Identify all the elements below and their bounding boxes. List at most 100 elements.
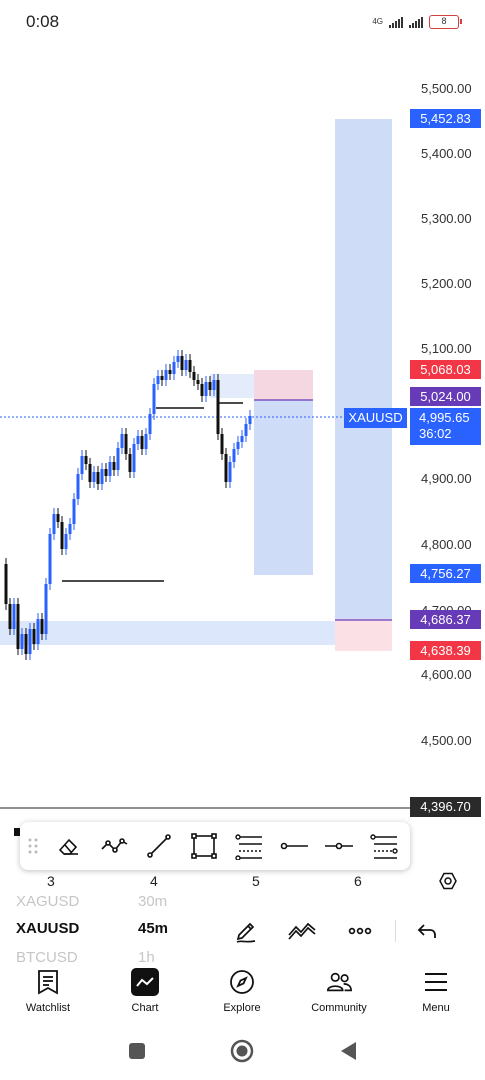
candle-body — [176, 356, 180, 362]
candle-body — [156, 376, 160, 384]
candle-body — [60, 522, 64, 549]
candle-body — [184, 360, 188, 370]
row-divider — [395, 920, 396, 942]
price-scale-label: 4,600.00 — [421, 667, 472, 682]
symbol-selector[interactable]: XAUUSD — [16, 920, 79, 937]
long-stop-zone[interactable] — [335, 619, 392, 651]
bar-countdown: 36:02 — [419, 426, 452, 441]
candle-body — [104, 469, 108, 476]
short-stop-tag: 5,068.03 — [410, 360, 481, 379]
candle-body — [228, 462, 232, 482]
nav-community[interactable]: Community — [294, 968, 384, 1014]
next-timeframe[interactable]: 1h — [138, 949, 155, 962]
candle-body — [124, 434, 128, 454]
nav-explore[interactable]: Explore — [197, 968, 287, 1014]
candle-body — [52, 514, 56, 534]
x-axis-label: 5 — [252, 873, 260, 889]
candle-body — [76, 474, 80, 499]
symbol-picker-row[interactable]: XAGUSD 30m XAUUSD 45m BTCUSD 1h — [0, 890, 485, 962]
crosshair-price-tag: 4,396.70 — [410, 797, 481, 817]
price-scale-label: 4,800.00 — [421, 537, 472, 552]
chart-icon — [131, 968, 159, 996]
recent-apps-icon[interactable] — [127, 1041, 147, 1066]
candle-body — [188, 360, 192, 372]
short-target-zone[interactable] — [254, 400, 313, 575]
candle-body — [224, 454, 228, 482]
candle-body — [208, 382, 212, 390]
indicators-icon[interactable] — [287, 918, 317, 949]
home-icon[interactable] — [229, 1038, 255, 1069]
price-chart[interactable]: 5,500.00 5,400.00 5,300.00 5,200.00 5,100.00… — [0, 44, 485, 884]
short-stop-zone[interactable] — [254, 370, 313, 400]
bottom-nav: Watchlist Chart Explore Community Menu — [0, 962, 485, 1024]
drawing-pen-icon[interactable] — [233, 918, 259, 949]
candle-body — [144, 434, 148, 449]
demand-zone[interactable] — [0, 621, 335, 645]
nav-label: Community — [311, 1002, 367, 1014]
nav-watchlist[interactable]: Watchlist — [3, 968, 93, 1014]
candle-body — [80, 456, 84, 474]
back-icon[interactable] — [338, 1040, 358, 1067]
candle-body — [32, 629, 36, 644]
nav-menu[interactable]: Menu — [391, 968, 481, 1014]
prev-symbol[interactable]: XAGUSD — [16, 893, 79, 910]
nav-chart[interactable]: Chart — [100, 968, 190, 1014]
candle-body — [24, 634, 28, 654]
short-target-tag: 4,756.27 — [410, 564, 481, 583]
next-symbol[interactable]: BTCUSD — [16, 949, 78, 962]
drawing-toolbar — [20, 822, 410, 870]
price-scale-label: 5,100.00 — [421, 341, 472, 356]
rectangle-icon[interactable] — [181, 822, 226, 870]
multi-level-icon[interactable] — [361, 822, 406, 870]
candle-body — [4, 564, 8, 604]
candle-body — [192, 372, 196, 380]
more-icon[interactable] — [347, 918, 373, 949]
chart-area[interactable]: 5,500.00 5,400.00 5,300.00 5,200.00 5,100.00… — [0, 44, 485, 884]
current-price: 4,995.65 — [419, 410, 470, 425]
path-icon[interactable] — [91, 822, 136, 870]
watchlist-icon — [34, 968, 62, 996]
trendline-icon[interactable] — [136, 822, 181, 870]
candle-body — [200, 384, 204, 396]
candle-body — [212, 380, 216, 390]
candle-body — [20, 634, 24, 649]
price-scale-label: 5,500.00 — [421, 81, 472, 96]
candle-body — [40, 619, 44, 634]
price-scale-label: 5,200.00 — [421, 276, 472, 291]
system-nav — [0, 1030, 485, 1080]
horizontal-ray-icon[interactable] — [271, 822, 316, 870]
candle-body — [92, 472, 96, 482]
candle-body — [236, 442, 240, 449]
menu-icon — [422, 968, 450, 996]
candle-body — [56, 514, 60, 522]
candle-body — [180, 356, 184, 370]
symbol-tag: XAUUSD — [344, 408, 407, 428]
undo-icon[interactable] — [415, 918, 439, 949]
horizontal-line-icon[interactable] — [316, 822, 361, 870]
long-entry-tag: 4,686.37 — [410, 610, 481, 629]
fib-retracement-icon[interactable] — [226, 822, 271, 870]
long-target-zone[interactable] — [335, 119, 392, 619]
candle-body — [36, 619, 40, 644]
candle-body — [172, 362, 176, 374]
candle-body — [108, 462, 112, 476]
candle-body — [232, 449, 236, 462]
timeframe-selector[interactable]: 45m — [138, 920, 168, 937]
candle-body — [12, 604, 16, 629]
battery-level: 8 — [441, 16, 447, 26]
candle-body — [48, 534, 52, 584]
prev-timeframe[interactable]: 30m — [138, 893, 167, 910]
status-icons: 4G 8 — [372, 14, 462, 30]
candle-body — [168, 370, 172, 374]
long-stop-tag: 4,638.39 — [410, 641, 481, 660]
candle-body — [160, 376, 164, 380]
signal-icon — [389, 16, 403, 28]
candle-body — [44, 584, 48, 634]
grip-icon[interactable] — [20, 837, 46, 855]
price-scale-label: 4,500.00 — [421, 733, 472, 748]
candle-body — [204, 382, 208, 396]
candle-body — [148, 414, 152, 434]
candle-body — [152, 384, 156, 414]
eraser-icon[interactable] — [46, 822, 91, 870]
short-entry-tag: 5,024.00 — [410, 387, 481, 406]
